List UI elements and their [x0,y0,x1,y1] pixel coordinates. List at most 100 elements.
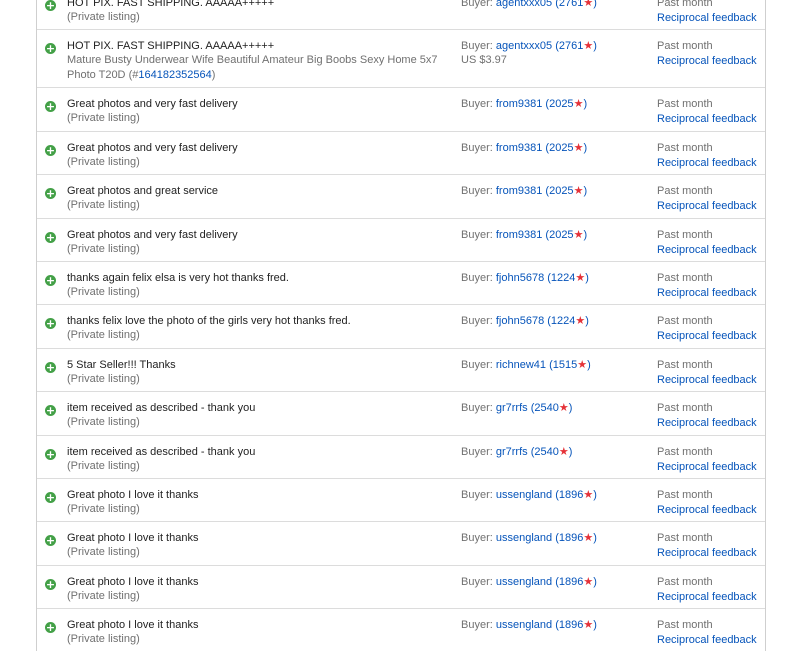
private-listing-label: (Private listing) [67,285,140,298]
feedback-comment: HOT PIX. FAST SHIPPING. AAAAA+++++ [67,0,275,9]
star-icon: ★ [575,315,586,328]
buyer-cell: Buyer: from9381 (2025★) [461,141,651,155]
reciprocal-feedback-link[interactable]: Reciprocal feedback [657,633,767,648]
star-icon: ★ [583,619,594,632]
feedback-comment-cell: Great photo I love it thanks (Private lis… [67,575,447,604]
reciprocal-feedback-link[interactable]: Reciprocal feedback [657,243,767,258]
buyer-score[interactable]: (2025★) [545,229,587,241]
reciprocal-feedback-link[interactable]: Reciprocal feedback [657,546,767,561]
buyer-cell: Buyer: ussengland (1896★) [461,531,651,545]
buyer-name-link[interactable]: agentxxx05 [496,40,552,52]
feedback-date: Past month [657,315,713,328]
feedback-date: Past month [657,575,713,588]
buyer-name-link[interactable]: from9381 [496,142,542,154]
feedback-date-cell: Past month Reciprocal feedback [657,141,767,171]
buyer-name-link[interactable]: agentxxx05 [496,0,552,9]
star-icon: ★ [583,0,594,9]
buyer-score[interactable]: (2761★) [555,0,597,9]
feedback-comment: Great photo I love it thanks [67,619,199,632]
buyer-score[interactable]: (1896★) [555,576,597,588]
buyer-score[interactable]: (1896★) [555,619,597,631]
buyer-name-link[interactable]: ussengland [496,619,552,631]
star-icon: ★ [583,40,594,53]
buyer-prefix: Buyer: [461,488,493,501]
reciprocal-feedback-link[interactable]: Reciprocal feedback [657,329,767,344]
item-price: US $3.97 [461,54,507,67]
feedback-date: Past month [657,0,713,9]
star-icon: ★ [558,445,569,458]
feedback-row: + Great photo I love it thanks (Private li… [37,479,767,523]
buyer-score[interactable]: (2025★) [545,98,587,110]
buyer-name-link[interactable]: ussengland [496,576,552,588]
feedback-date: Past month [657,402,713,415]
buyer-score-value: 1224 [550,315,576,328]
private-listing-label: (Private listing) [67,633,140,646]
item-number-link[interactable]: 164182352564 [138,69,211,81]
feedback-date-cell: Past month Reciprocal feedback [657,445,767,475]
buyer-name-link[interactable]: gr7rrfs [496,446,528,458]
plus-circle-icon: + [45,360,56,374]
buyer-name-link[interactable]: richnew41 [496,359,546,371]
reciprocal-feedback-link[interactable]: Reciprocal feedback [657,416,767,431]
buyer-score-value: 1896 [558,619,584,632]
buyer-cell: Buyer: from9381 (2025★) [461,228,651,242]
reciprocal-feedback-link[interactable]: Reciprocal feedback [657,590,767,605]
feedback-comment: 5 Star Seller!!! Thanks [67,358,176,371]
buyer-score[interactable]: (1896★) [555,489,597,501]
buyer-name-link[interactable]: fjohn5678 [496,272,544,284]
buyer-prefix: Buyer: [461,185,493,198]
buyer-name-link[interactable]: fjohn5678 [496,315,544,327]
feedback-comment: Great photos and very fast delivery [67,98,238,111]
buyer-name-link[interactable]: ussengland [496,489,552,501]
buyer-cell: Buyer: fjohn5678 (1224★) [461,271,651,285]
feedback-row: + Great photo I love it thanks (Private li… [37,522,767,566]
buyer-prefix: Buyer: [461,532,493,545]
reciprocal-feedback-link[interactable]: Reciprocal feedback [657,199,767,214]
buyer-score[interactable]: (1896★) [555,532,597,544]
buyer-prefix: Buyer: [461,40,493,53]
buyer-score[interactable]: (2025★) [545,185,587,197]
buyer-name-link[interactable]: from9381 [496,229,542,241]
buyer-name-link[interactable]: gr7rrfs [496,402,528,414]
reciprocal-feedback-link[interactable]: Reciprocal feedback [657,286,767,301]
reciprocal-feedback-link[interactable]: Reciprocal feedback [657,373,767,388]
buyer-score-value: 1896 [558,532,584,545]
buyer-name-link[interactable]: from9381 [496,185,542,197]
star-icon: ★ [583,532,594,545]
feedback-comment: Great photo I love it thanks [67,488,199,501]
buyer-score-value: 2761 [558,40,584,53]
buyer-score[interactable]: (2540★) [531,402,573,414]
feedback-row: + Great photos and great service (Private … [37,175,767,219]
buyer-score[interactable]: (1515★) [549,359,591,371]
feedback-date: Past month [657,619,713,632]
feedback-comment-cell: HOT PIX. FAST SHIPPING. AAAAA+++++ (Priva… [67,0,447,25]
star-icon: ★ [573,228,584,241]
buyer-name-link[interactable]: ussengland [496,532,552,544]
buyer-score[interactable]: (1224★) [547,272,589,284]
plus-circle-icon: + [45,490,56,504]
reciprocal-feedback-link[interactable]: Reciprocal feedback [657,11,767,26]
buyer-score[interactable]: (1224★) [547,315,589,327]
feedback-comment-cell: item received as described - thank you (P… [67,401,447,430]
reciprocal-feedback-link[interactable]: Reciprocal feedback [657,112,767,127]
reciprocal-feedback-link[interactable]: Reciprocal feedback [657,503,767,518]
buyer-score-value: 2025 [549,228,574,241]
feedback-comment: item received as described - thank you [67,445,256,458]
private-listing-label: (Private listing) [67,112,140,125]
buyer-prefix: Buyer: [461,141,493,154]
feedback-date-cell: Past month Reciprocal feedback [657,39,767,69]
buyer-cell: Buyer: fjohn5678 (1224★) [461,314,651,328]
buyer-name-link[interactable]: from9381 [496,98,542,110]
buyer-score[interactable]: (2761★) [555,40,597,52]
feedback-date-cell: Past month Reciprocal feedback [657,271,767,301]
buyer-score[interactable]: (2540★) [531,446,573,458]
feedback-comment-cell: Great photo I love it thanks (Private lis… [67,618,447,647]
reciprocal-feedback-link[interactable]: Reciprocal feedback [657,156,767,171]
buyer-score[interactable]: (2025★) [545,142,587,154]
reciprocal-feedback-link[interactable]: Reciprocal feedback [657,460,767,475]
feedback-row: + Great photo I love it thanks (Private li… [37,566,767,610]
feedback-date-cell: Past month Reciprocal feedback [657,0,767,26]
feedback-row: + thanks again felix elsa is very hot tha… [37,262,767,306]
reciprocal-feedback-link[interactable]: Reciprocal feedback [657,54,767,69]
buyer-score-value: 2025 [549,98,574,111]
